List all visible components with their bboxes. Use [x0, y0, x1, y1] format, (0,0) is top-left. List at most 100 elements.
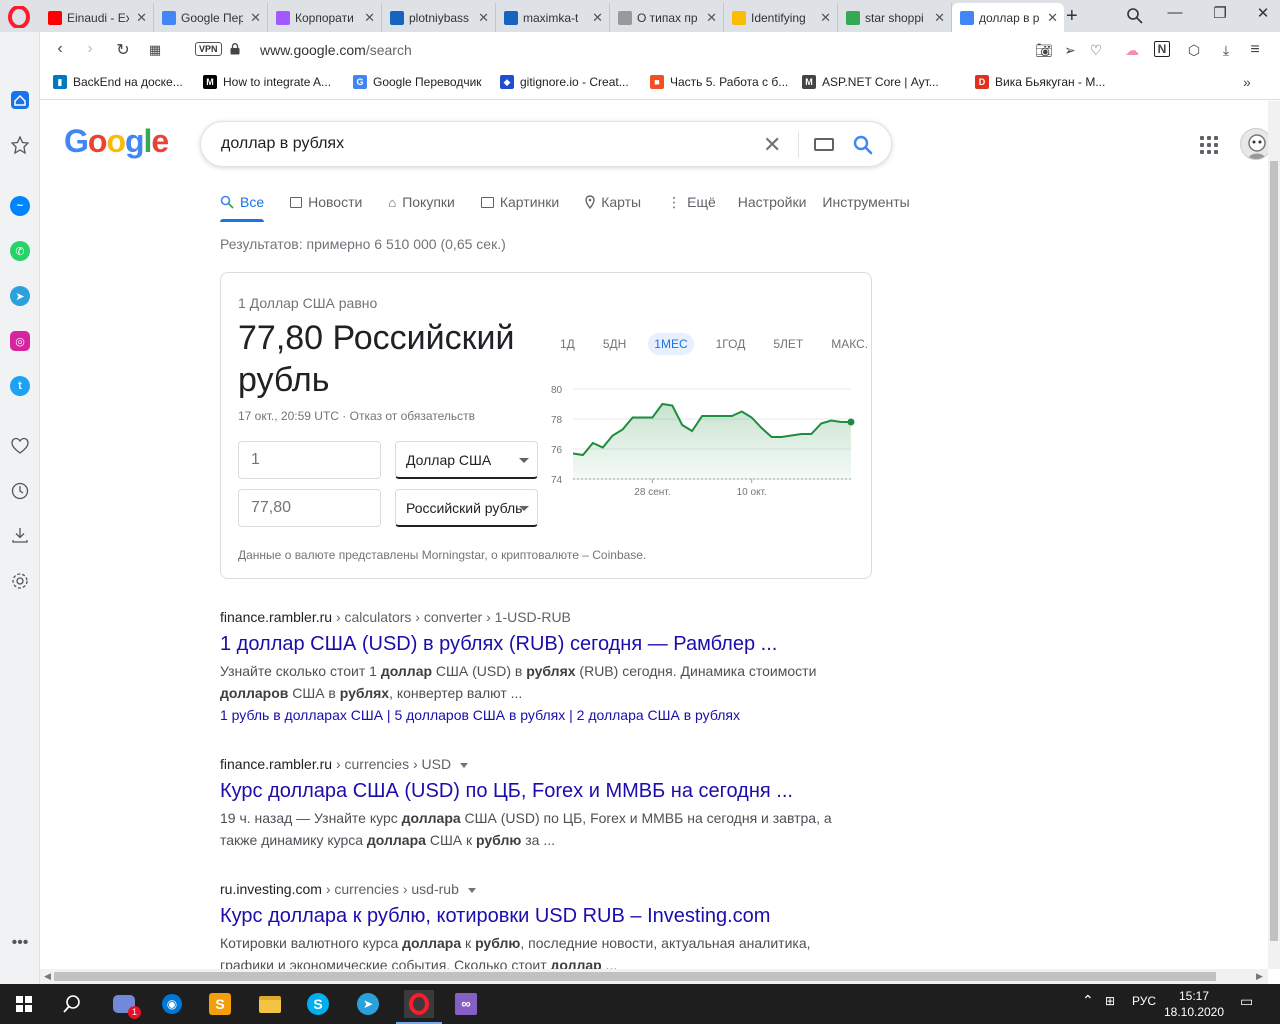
tab-tools[interactable]: Инструменты	[822, 191, 921, 213]
result-url[interactable]: finance.rambler.ru › calculators › conve…	[220, 606, 840, 628]
chart-range-option[interactable]: 1ГОД	[710, 333, 752, 355]
heart-icon[interactable]: ♡	[1087, 41, 1105, 59]
vpn-badge[interactable]: VPN	[195, 42, 222, 56]
bookmark-item[interactable]: M How to integrate A...	[203, 75, 331, 89]
windows-start-icon[interactable]	[10, 990, 38, 1018]
forward-arrow-icon[interactable]: ›	[80, 40, 100, 58]
result-url[interactable]: finance.rambler.ru › currencies › USD	[220, 753, 840, 775]
tab-news[interactable]: Новости	[290, 191, 374, 213]
browser-tab[interactable]: plotniybass ✕	[382, 3, 496, 32]
to-amount-input[interactable]: 77,80	[238, 489, 381, 527]
notion-icon[interactable]: N	[1154, 41, 1170, 57]
google-apps-icon[interactable]	[1200, 136, 1218, 154]
result-menu-arrow-icon[interactable]	[460, 762, 469, 768]
close-window-icon[interactable]: ✕	[1248, 4, 1278, 22]
to-currency-select[interactable]: Российский рубль	[395, 489, 538, 527]
disclaimer-link[interactable]: Отказ от обязательств	[350, 409, 475, 423]
back-arrow-icon[interactable]: ‹	[50, 40, 70, 58]
browser-tab[interactable]: Einaudi - Ex ✕	[40, 3, 154, 32]
search-input[interactable]: доллар в рублях	[221, 135, 344, 153]
tab-more[interactable]: ⋮ Ещё	[667, 191, 728, 213]
favorites-heart-icon[interactable]	[9, 435, 31, 457]
tabs-grid-icon[interactable]: ▦	[145, 42, 165, 58]
result-title-link[interactable]: Курс доллара к рублю, котировки USD RUB …	[220, 902, 840, 930]
result-url[interactable]: ru.investing.com › currencies › usd-rub	[220, 878, 840, 900]
bookmarks-sidebar-icon[interactable]	[9, 134, 31, 156]
history-clock-icon[interactable]	[9, 480, 31, 502]
vertical-scroll-thumb[interactable]	[1270, 161, 1278, 941]
close-tab-icon[interactable]: ✕	[136, 10, 147, 26]
notifications-icon[interactable]: ▭	[1240, 993, 1253, 1010]
tab-settings[interactable]: Настройки	[738, 191, 819, 213]
close-tab-icon[interactable]: ✕	[706, 10, 717, 26]
close-tab-icon[interactable]: ✕	[250, 10, 261, 26]
bookmark-item[interactable]: D Вика Бьякуган - М...	[975, 75, 1105, 89]
chart-range-option[interactable]: 5ДН	[597, 333, 632, 355]
browser-tab[interactable]: maximka-t ✕	[496, 3, 610, 32]
bookmark-item[interactable]: ◆ gitignore.io - Creat...	[500, 75, 629, 89]
visual-studio-icon[interactable]: ∞	[452, 990, 480, 1018]
instagram-icon[interactable]: ◎	[9, 330, 31, 352]
twitter-icon[interactable]: t	[9, 375, 31, 397]
vertical-scrollbar[interactable]	[1268, 101, 1280, 969]
whatsapp-icon[interactable]: ✆	[9, 240, 31, 262]
bookmark-item[interactable]: ■ Часть 5. Работа с б...	[650, 75, 788, 89]
messenger-icon[interactable]: ~	[9, 195, 31, 217]
download-toolbar-icon[interactable]: ⤓	[1217, 41, 1235, 59]
new-tab-icon[interactable]: +	[1066, 5, 1078, 28]
scroll-right-arrow-icon[interactable]: ▶	[1256, 971, 1263, 982]
browser-tab[interactable]: Google Пер ✕	[154, 3, 268, 32]
browser-tab[interactable]: Identifying ✕	[724, 3, 838, 32]
file-explorer-icon[interactable]	[256, 990, 284, 1018]
telegram-taskbar-icon[interactable]: ➤	[354, 990, 382, 1018]
minimize-icon[interactable]: —	[1160, 4, 1190, 21]
browser-tab[interactable]: О типах пр ✕	[610, 3, 724, 32]
browser-tab[interactable]: доллар в р ✕	[952, 3, 1064, 32]
browser-tab[interactable]: Корпорати ✕	[268, 3, 382, 32]
from-currency-select[interactable]: Доллар США	[395, 441, 538, 479]
opera-taskbar-icon[interactable]	[396, 990, 442, 1024]
keyboard-icon[interactable]	[814, 138, 834, 151]
close-tab-icon[interactable]: ✕	[592, 10, 603, 26]
search-icon[interactable]	[852, 134, 874, 156]
send-icon[interactable]: ➢	[1061, 41, 1079, 59]
sublime-text-icon[interactable]: S	[206, 990, 234, 1018]
windows-search-icon[interactable]	[58, 990, 86, 1018]
maps-icon[interactable]: ◉	[158, 990, 186, 1018]
close-tab-icon[interactable]: ✕	[934, 10, 945, 26]
close-tab-icon[interactable]: ✕	[364, 10, 375, 26]
tab-maps[interactable]: Карты	[585, 191, 653, 213]
chart-range-option[interactable]: 1МЕС	[648, 333, 694, 355]
result-sitelinks[interactable]: 1 рубль в долларах США | 5 долларов США …	[220, 704, 840, 726]
discord-icon[interactable]: 1	[110, 990, 141, 1019]
google-logo[interactable]: Google	[64, 123, 169, 160]
chart-current-point[interactable]	[847, 418, 855, 426]
settings-gear-icon[interactable]	[9, 570, 31, 592]
tab-images[interactable]: Картинки	[480, 191, 571, 213]
browser-tab[interactable]: star shoppi ✕	[838, 3, 952, 32]
tab-all[interactable]: Все	[220, 191, 276, 222]
downloads-icon[interactable]	[9, 524, 31, 546]
search-box[interactable]: доллар в рублях ✕	[200, 121, 892, 167]
result-title-link[interactable]: Курс доллара США (USD) по ЦБ, Forex и ММ…	[220, 777, 840, 805]
network-icon[interactable]: ⊞	[1105, 994, 1115, 1008]
clear-search-icon[interactable]: ✕	[763, 132, 781, 158]
opera-logo-icon[interactable]	[8, 6, 30, 28]
reload-icon[interactable]: ↻	[113, 40, 133, 60]
tab-shopping[interactable]: ⌂ Покупки	[388, 191, 467, 213]
scroll-left-arrow-icon[interactable]: ◀	[44, 971, 51, 982]
bookmark-item[interactable]: ▮ BackEnd на доске...	[53, 75, 183, 89]
chart-range-option[interactable]: 5ЛЕТ	[767, 333, 809, 355]
restore-icon[interactable]: ❐	[1205, 4, 1235, 22]
language-indicator[interactable]: РУС	[1132, 994, 1156, 1008]
close-tab-icon[interactable]: ✕	[820, 10, 831, 26]
tray-overflow-icon[interactable]: ⌃	[1082, 992, 1094, 1009]
result-title-link[interactable]: 1 доллар США (USD) в рублях (RUB) сегодн…	[220, 630, 840, 658]
url-field[interactable]: www.google.com/search	[260, 42, 412, 58]
easy-setup-icon[interactable]: ≡	[1246, 41, 1264, 59]
close-tab-icon[interactable]: ✕	[1047, 10, 1058, 26]
chart-range-option[interactable]: МАКС.	[825, 333, 874, 355]
chart-range-option[interactable]: 1Д	[554, 333, 581, 355]
speed-dial-icon[interactable]	[9, 89, 31, 111]
from-amount-input[interactable]: 1	[238, 441, 381, 479]
